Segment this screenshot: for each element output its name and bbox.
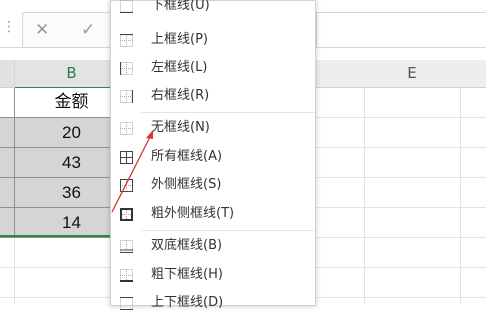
annotation-arrow bbox=[111, 130, 153, 213]
